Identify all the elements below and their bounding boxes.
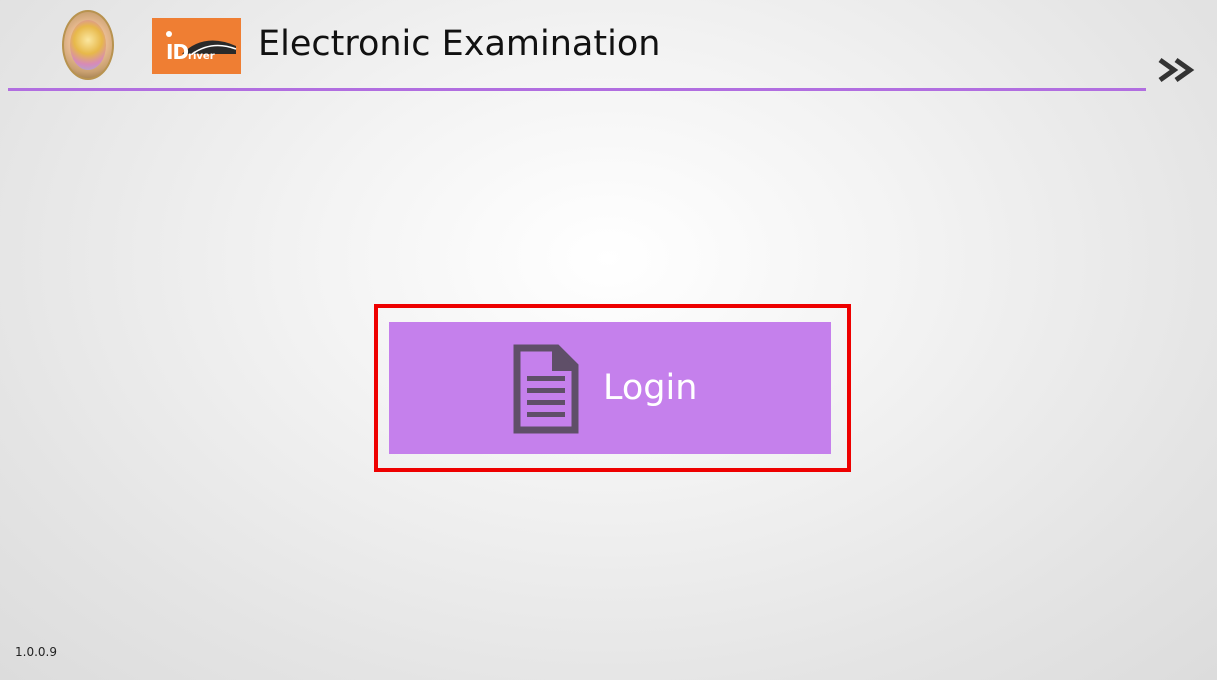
next-button[interactable] xyxy=(1155,50,1201,90)
brand-logo: IDriver xyxy=(152,18,241,74)
header-divider xyxy=(8,88,1146,91)
app-header: IDriver Electronic Examination xyxy=(0,0,1217,92)
double-chevron-right-icon xyxy=(1158,57,1195,83)
brand-logo-text: IDriver xyxy=(166,40,215,64)
login-button[interactable]: Login xyxy=(389,322,831,454)
document-icon xyxy=(513,344,579,434)
page-title: Electronic Examination xyxy=(258,24,661,64)
version-label: 1.0.0.9 xyxy=(15,645,57,659)
emblem-seal-logo xyxy=(62,10,114,80)
login-label: Login xyxy=(603,368,698,408)
